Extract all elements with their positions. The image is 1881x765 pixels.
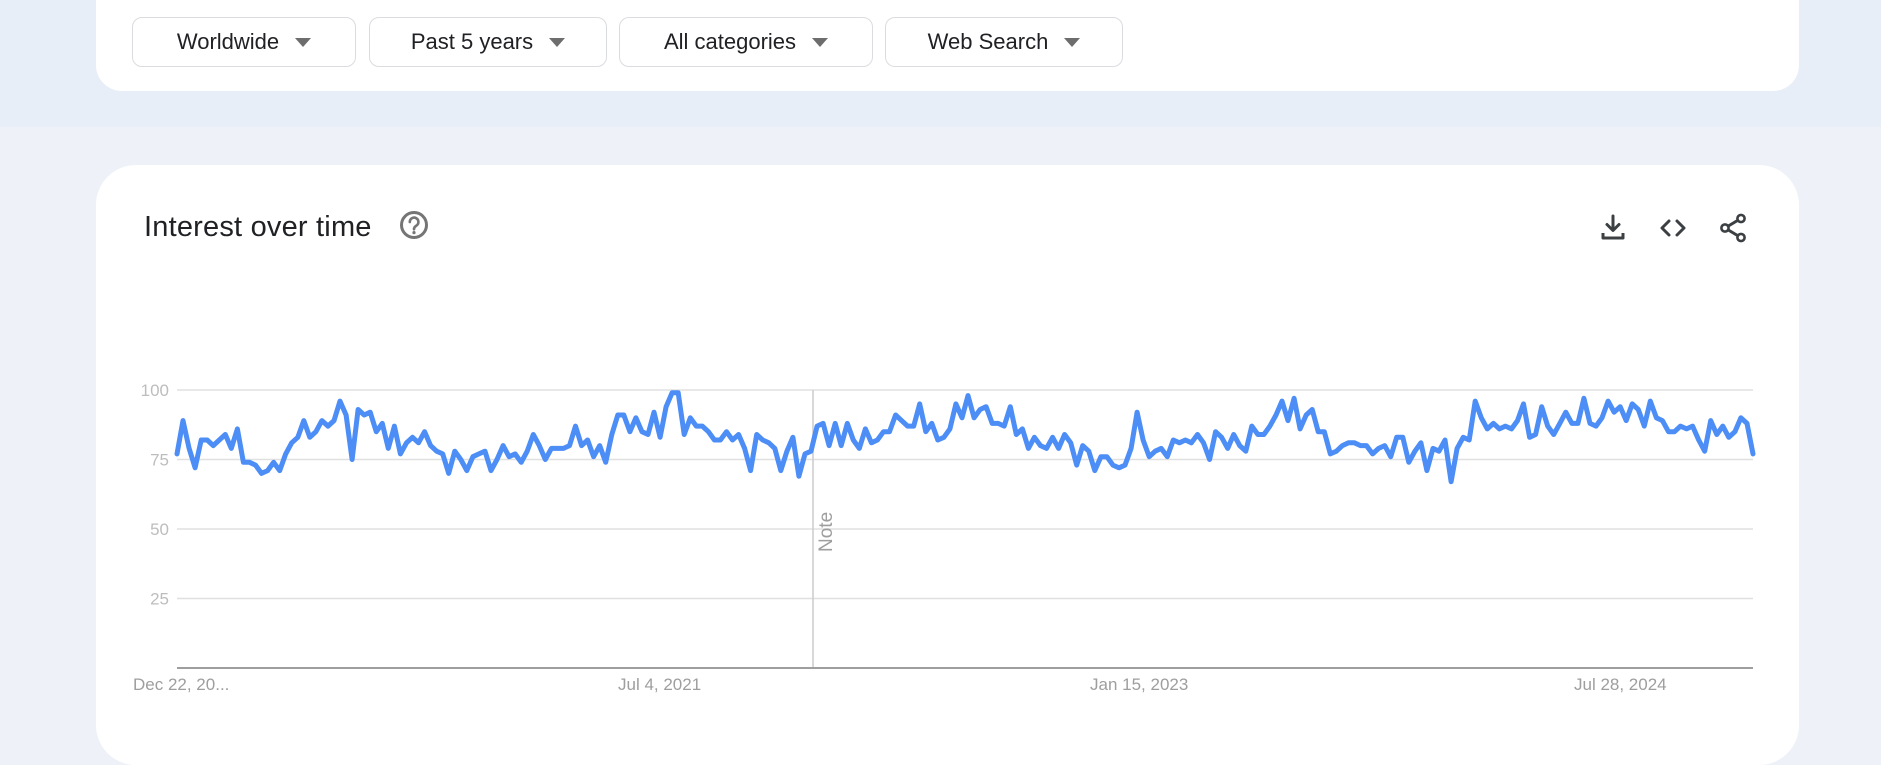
x-tick-label: Jan 15, 2023 [1090,675,1188,694]
y-tick-label-25: 25 [150,590,169,609]
x-tick-label: Jul 28, 2024 [1574,675,1667,694]
note-annotation-label: Note [816,512,837,552]
x-tick-label: Jul 4, 2021 [618,675,701,694]
y-tick-label-100: 100 [141,381,169,400]
y-tick-label-75: 75 [150,451,169,470]
x-tick-label: Dec 22, 20... [133,675,229,694]
series-line-interest [177,393,1753,482]
interest-chart: 25 50 75 100 Note Dec 22, 20... Jul 4, 2021 J… [0,0,1881,718]
y-tick-label-50: 50 [150,520,169,539]
